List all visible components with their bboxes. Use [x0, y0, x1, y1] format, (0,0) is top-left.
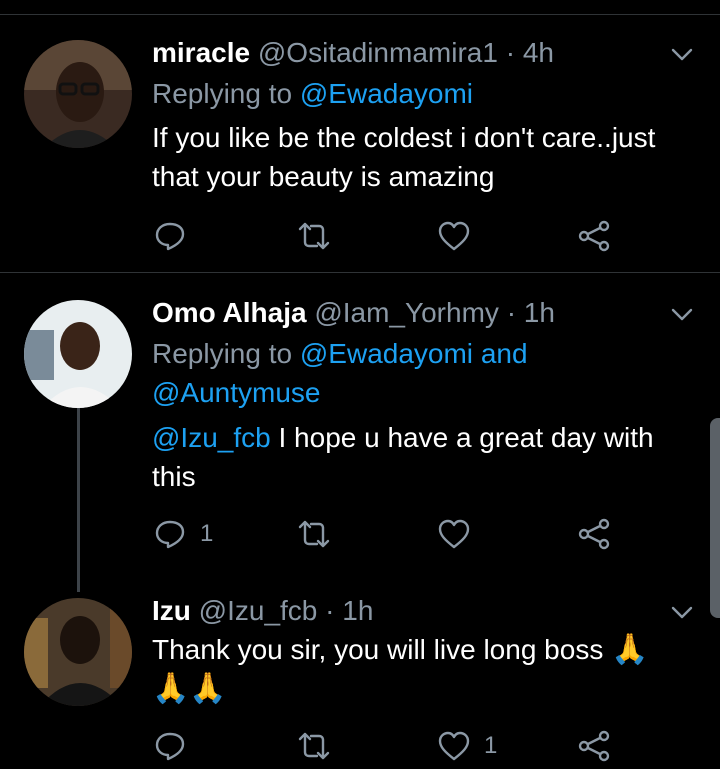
display-name[interactable]: Omo Alhaja	[152, 297, 307, 328]
tweet-divider	[0, 272, 720, 273]
share-button[interactable]	[576, 216, 612, 256]
reply-button[interactable]	[152, 216, 200, 256]
replying-to-prefix: Replying to	[152, 78, 293, 109]
reply-icon	[155, 732, 185, 761]
avatar-image	[24, 300, 132, 408]
like-button[interactable]	[436, 514, 484, 554]
tweet-text-content: Thank you sir, you will live long boss	[152, 634, 604, 665]
retweet-button[interactable]	[296, 216, 344, 256]
thread-line	[77, 408, 80, 592]
chevron-down-icon	[671, 606, 693, 619]
avatar[interactable]	[24, 40, 132, 148]
avatar[interactable]	[24, 300, 132, 408]
tweet-header: miracle @Ositadinmamira1 · 4h	[152, 36, 554, 70]
replying-to: Replying to @Ewadayomi and @Auntymuse	[152, 334, 692, 412]
share-button[interactable]	[576, 726, 612, 766]
praying-hands-emoji: 🙏	[611, 632, 649, 667]
user-handle[interactable]: @Iam_Yorhmy	[314, 297, 499, 328]
tweet-text: If you like be the coldest i don't care.…	[152, 122, 656, 192]
like-count: 1	[484, 732, 498, 759]
chevron-down-icon	[671, 48, 693, 61]
avatar-image	[24, 598, 132, 706]
retweet-icon	[298, 222, 330, 250]
heart-icon	[438, 519, 470, 549]
avatar-image	[24, 40, 132, 148]
retweet-icon	[298, 732, 330, 760]
retweet-icon	[298, 520, 330, 548]
separator-dot: ·	[506, 297, 517, 328]
reply-icon	[155, 520, 185, 549]
like-button[interactable]: 1	[436, 726, 497, 766]
tweet-text: Thank you sir, you will live long boss 🙏…	[152, 630, 700, 708]
like-button[interactable]	[436, 216, 484, 256]
share-icon	[578, 518, 610, 550]
reply-user-link[interactable]: @Ewadayomi	[300, 338, 473, 369]
separator-dot: ·	[505, 37, 516, 68]
tweet-menu-button[interactable]	[668, 598, 696, 626]
timestamp[interactable]: 4h	[523, 37, 554, 68]
reply-icon	[155, 222, 185, 251]
reply-user-joiner[interactable]: and	[481, 338, 528, 369]
reply-user-link[interactable]: @Ewadayomi	[300, 78, 473, 109]
reply-count: 1	[200, 520, 214, 547]
user-handle[interactable]: @Ositadinmamira1	[258, 37, 498, 68]
tweet-text: @Izu_fcb I hope u have a great day with …	[152, 418, 700, 496]
heart-icon	[438, 221, 470, 251]
tweet-header: Omo Alhaja @Iam_Yorhmy · 1h	[152, 296, 555, 330]
praying-hands-emoji: 🙏🙏	[152, 671, 227, 706]
reply-button[interactable]	[152, 726, 200, 766]
tweet-actions: 1	[152, 726, 632, 766]
replying-to-prefix: Replying to	[152, 338, 293, 369]
timestamp[interactable]: 1h	[524, 297, 555, 328]
heart-icon	[438, 731, 470, 761]
tweet-actions: 1	[152, 514, 632, 554]
share-icon	[578, 730, 610, 762]
reply-button[interactable]: 1	[152, 514, 213, 554]
tweet-menu-button[interactable]	[668, 300, 696, 328]
display-name[interactable]: miracle	[152, 37, 250, 68]
chevron-down-icon	[671, 308, 693, 321]
reply-user-link[interactable]: @Auntymuse	[152, 377, 321, 408]
retweet-button[interactable]	[296, 514, 344, 554]
tweet-miracle[interactable]: miracle @Ositadinmamira1 · 4h Replying t…	[0, 36, 720, 270]
retweet-button[interactable]	[296, 726, 344, 766]
mention-link[interactable]: @Izu_fcb	[152, 422, 271, 453]
replying-to: Replying to @Ewadayomi	[152, 74, 692, 113]
timestamp[interactable]: 1h	[342, 595, 373, 626]
separator-dot: ·	[325, 595, 335, 626]
scroll-handle[interactable]	[710, 418, 720, 618]
tweet-actions	[152, 216, 632, 256]
tweet-menu-button[interactable]	[668, 40, 696, 68]
tweet-omo-alhaja[interactable]: Omo Alhaja @Iam_Yorhmy · 1h Replying to …	[0, 296, 720, 592]
tweet-header: Izu @Izu_fcb · 1h	[152, 594, 373, 628]
tweet-izu[interactable]: Izu @Izu_fcb · 1h Thank you sir, you wil…	[0, 594, 720, 769]
user-handle[interactable]: @Izu_fcb	[199, 595, 318, 626]
share-button[interactable]	[576, 514, 612, 554]
share-icon	[578, 220, 610, 252]
avatar[interactable]	[24, 598, 132, 706]
display-name[interactable]: Izu	[152, 595, 191, 626]
top-divider	[0, 14, 720, 15]
